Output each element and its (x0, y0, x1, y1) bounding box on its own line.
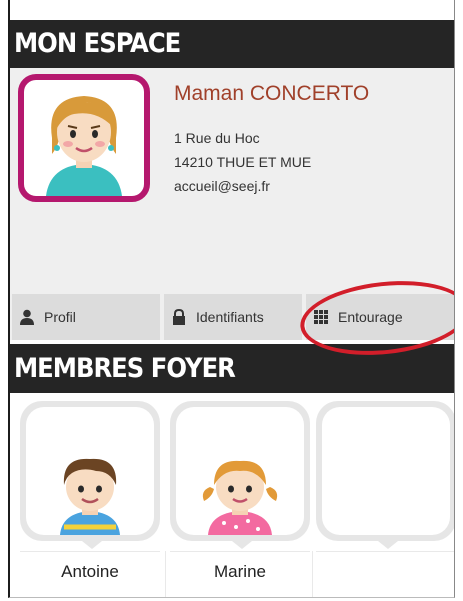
member-name-antoine[interactable]: Antoine (20, 551, 160, 582)
tab-identifiants[interactable]: Identifiants (164, 294, 302, 340)
app-frame: MON ESPACE Maman CONCERTO 1 Rue du Hoc 1… (8, 0, 455, 598)
card-tip (232, 541, 252, 549)
lock-icon (172, 308, 186, 325)
member-card-empty[interactable] (316, 401, 454, 549)
address-line-2: 14210 THUE ET MUE (174, 154, 312, 170)
tab-profil-label: Profil (44, 309, 76, 325)
boy-avatar-icon (26, 407, 154, 535)
tab-entourage-label: Entourage (338, 309, 403, 325)
tab-identifiants-label: Identifiants (196, 309, 264, 325)
grid-icon (314, 309, 328, 325)
tab-entourage[interactable]: Entourage (306, 294, 454, 340)
member-name-marine[interactable]: Marine (170, 551, 310, 582)
address-line-1: 1 Rue du Hoc (174, 130, 260, 146)
empty-avatar (322, 407, 450, 535)
member-name-empty[interactable] (316, 551, 454, 562)
girl-avatar-icon (176, 407, 304, 535)
membres-foyer-header: MEMBRES FOYER (10, 344, 454, 393)
mother-avatar-icon (46, 96, 122, 196)
profile-tabs: Profil Identifiants Entourage (10, 294, 454, 340)
tab-profil[interactable]: Profil (12, 294, 160, 340)
member-card-marine[interactable] (170, 401, 310, 549)
user-name: Maman CONCERTO (174, 82, 370, 105)
members-list: Antoine Marine (10, 393, 454, 597)
member-card-antoine[interactable] (20, 401, 160, 549)
person-icon (20, 309, 34, 325)
mon-espace-header: MON ESPACE (10, 20, 454, 68)
member-divider (165, 551, 166, 597)
user-email: accueil@seej.fr (174, 178, 270, 194)
user-avatar[interactable] (18, 74, 150, 202)
profile-panel: Maman CONCERTO 1 Rue du Hoc 14210 THUE E… (10, 68, 454, 296)
member-divider (312, 551, 313, 597)
card-tip (82, 541, 102, 549)
card-tip (378, 541, 398, 549)
